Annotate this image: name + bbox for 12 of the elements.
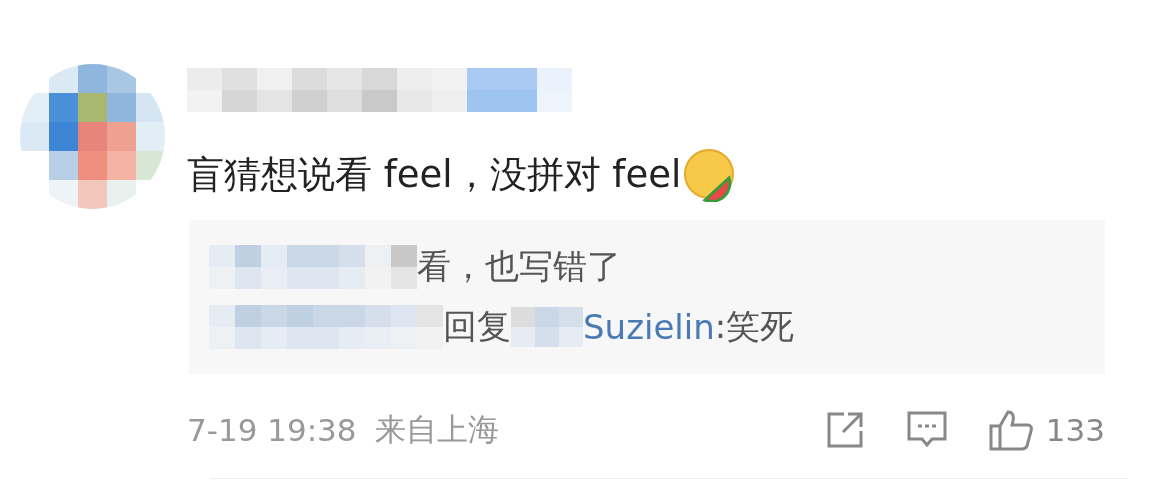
share-icon[interactable] bbox=[825, 411, 866, 449]
like-count: 133 bbox=[1045, 412, 1105, 448]
pixelation-drawing bbox=[511, 307, 583, 347]
comment-text: 盲猜想说看 feel，没拼对 feel bbox=[187, 152, 682, 198]
mention-link[interactable]: Suzielin bbox=[583, 307, 715, 347]
comment-icon[interactable] bbox=[905, 410, 948, 450]
reply-text: 看，也写错了 bbox=[417, 245, 621, 288]
timestamp: 7-19 19:38 bbox=[187, 412, 357, 448]
thumbs-up-icon[interactable] bbox=[987, 408, 1034, 452]
location-text: 来自上海 bbox=[374, 410, 499, 449]
reply-text: :笑死 bbox=[714, 305, 795, 348]
reply-label: 回复 bbox=[443, 305, 511, 348]
